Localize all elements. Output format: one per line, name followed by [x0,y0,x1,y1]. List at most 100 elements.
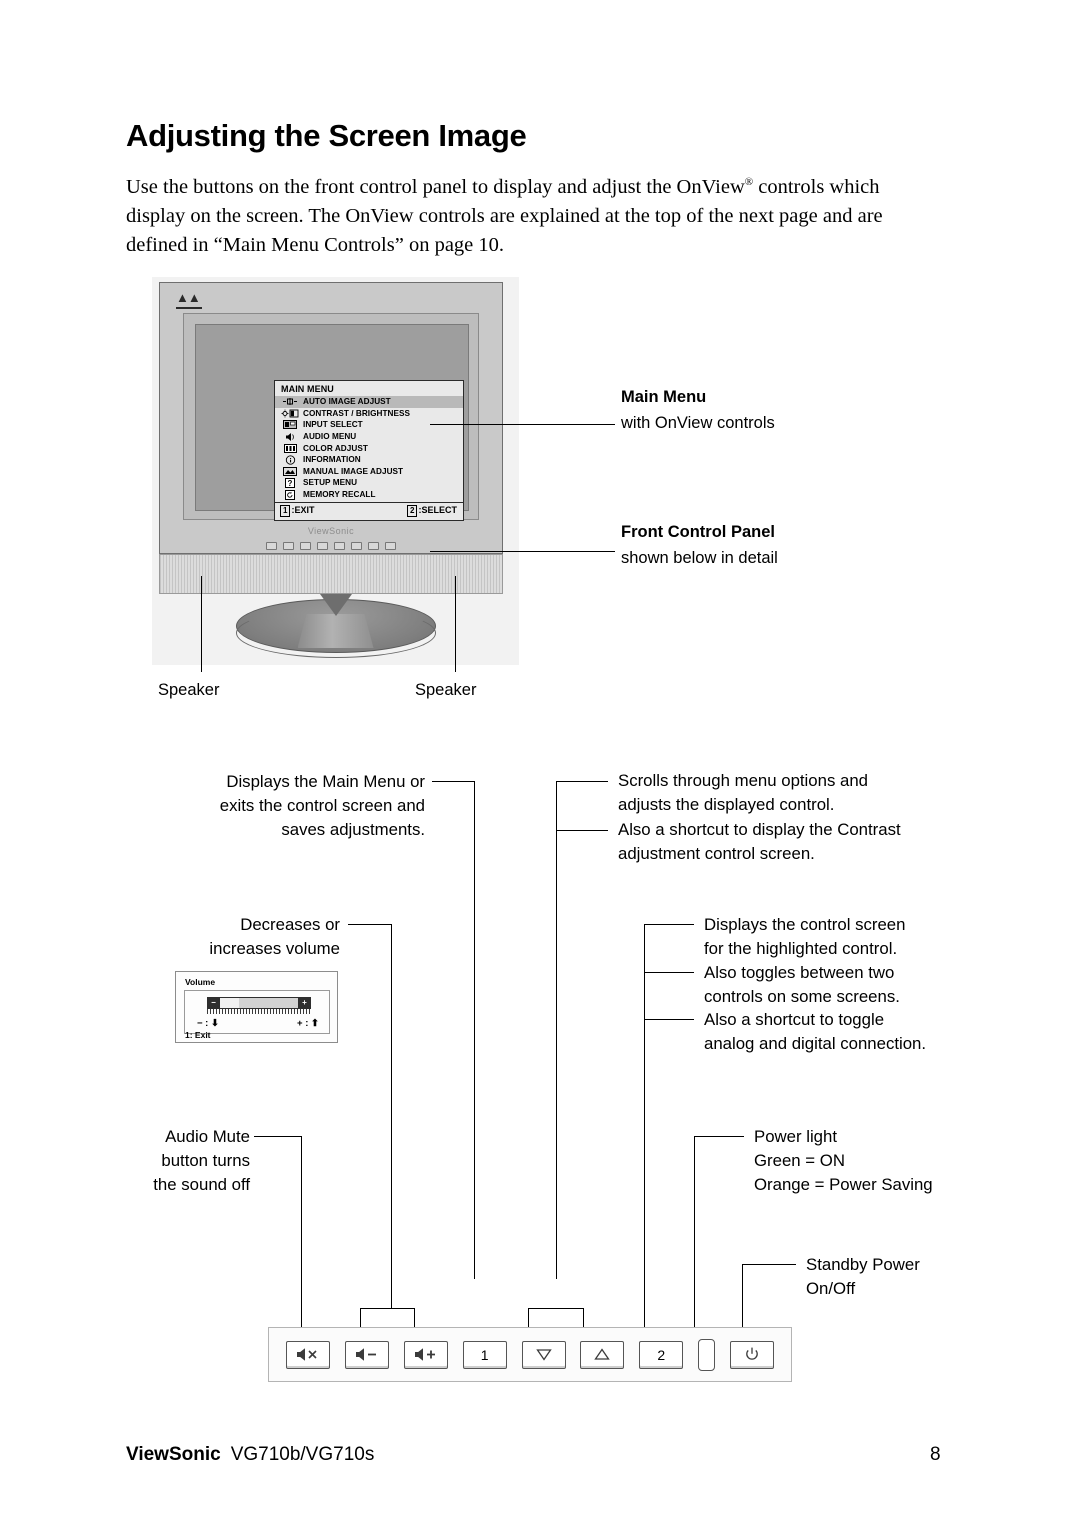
arrow-down-icon: ⬇ [211,1018,219,1029]
callout-standby-text: Standby Power On/Off [806,1255,920,1298]
osd-select-hint[interactable]: 2:SELECT [407,505,457,518]
footer-brand-model: ViewSonic VG710b/VG710s [126,1444,374,1466]
leader-line-mute-v [301,1136,302,1327]
leader-line-volume-bracket-right [414,1308,415,1327]
monitor-button[interactable] [300,541,311,550]
crosshair-icon [280,397,300,407]
leader-line-volume-bracket-left [360,1308,361,1327]
speaker-mute-icon [295,1347,321,1362]
triangle-up-icon [594,1348,611,1361]
leader-line-volume-v [391,924,392,1309]
osd-item-label: INPUT SELECT [303,420,363,430]
callout-front-panel-sub: shown below in detail [621,549,778,567]
svg-text:?: ? [288,479,293,488]
leader-line-arrows-bracket-bottom [528,1308,584,1309]
triangle-down-icon [535,1348,552,1361]
callout-main-menu-title: Main Menu [621,388,707,406]
image-adjust-icon [280,466,300,476]
key-2-box: 2 [407,505,418,518]
scroll-up-button[interactable] [580,1340,625,1369]
volume-down-button[interactable] [344,1340,389,1369]
leader-line-button2-v [644,924,645,1327]
callout-arrows-text-1: Scrolls through menu options and adjusts… [618,771,869,814]
volume-hint-up: + : ⬆ [297,1018,319,1029]
color-bars-icon [280,443,300,453]
leader-line-arrows-v [556,781,557,1279]
monitor-button[interactable] [334,541,345,550]
speaker-plus-icon [413,1347,439,1362]
callout-main-menu-sub: with OnView controls [621,414,775,432]
question-icon: ? [280,477,300,488]
power-button[interactable] [730,1340,774,1369]
callout-audio-mute-text: Audio Mute button turns the sound off [153,1127,250,1194]
monitor-brand-wordmark: ViewSonic [307,526,355,536]
callout-arrows-text-2: Also a shortcut to display the Contrast … [618,820,901,863]
monitor-front-buttons[interactable] [266,541,396,550]
leader-line-arrows-bracket-left [528,1308,529,1327]
osd-item-label: COLOR ADJUST [303,443,368,453]
monitor-button[interactable] [351,541,362,550]
monitor-button[interactable] [266,541,277,550]
osd-exit-label: :EXIT [291,505,315,516]
audio-mute-button[interactable] [286,1340,330,1369]
osd-select-label: :SELECT [418,505,457,516]
osd-title: MAIN MENU [281,384,334,394]
registered-mark: ® [744,176,754,188]
leader-line-speaker-left [201,576,202,672]
leader-line-arrows-bracket-right [583,1308,584,1327]
osd-item-contrast-brightness[interactable]: CONTRAST / BRIGHTNESS [275,408,463,420]
manual-page: Adjusting the Screen Image Use the butto… [0,0,1080,1528]
leader-line-arrows-h1 [556,781,608,782]
viewsonic-bird-logo-icon: ▲▲▲ [176,291,202,309]
osd-item-auto-image-adjust[interactable]: AUTO IMAGE ADJUST [275,396,463,408]
volume-minus-icon: − [208,998,219,1008]
volume-tick-marks [207,1009,311,1014]
volume-slider[interactable]: − + [207,997,311,1009]
monitor-button[interactable] [385,541,396,550]
monitor-button[interactable] [368,541,379,550]
osd-item-label: CONTRAST / BRIGHTNESS [303,408,411,418]
arrow-up-icon: ⬆ [311,1018,319,1029]
osd-exit-hint[interactable]: 1:EXIT [280,505,315,518]
leader-line-power-light-v [694,1136,695,1327]
osd-item-audio-menu[interactable]: AUDIO MENU [275,431,463,443]
scroll-down-button[interactable] [521,1340,566,1369]
select-button-2[interactable]: 2 [639,1340,684,1369]
monitor-bezel: ▲▲▲ MAIN MENU AUTO IMAGE ADJUST [159,282,503,554]
power-led [698,1338,716,1371]
osd-main-menu: MAIN MENU AUTO IMAGE ADJUST CONTRAST / B… [274,380,464,522]
volume-up-button[interactable] [403,1340,448,1369]
leader-line-main-menu [430,424,615,425]
volume-hint-up-label: + : [297,1018,309,1029]
osd-item-setup-menu[interactable]: ? SETUP MENU [275,477,463,489]
callout-volume-text: Decreases or increases volume [209,915,340,958]
leader-line-front-panel [430,551,615,552]
leader-line-button2-h3 [644,1019,694,1020]
monitor-button[interactable] [283,541,294,550]
power-icon [743,1346,761,1364]
osd-item-label: MEMORY RECALL [303,490,376,500]
menu-button-1[interactable]: 1 [462,1340,507,1369]
page-title: Adjusting the Screen Image [126,118,527,153]
leader-line-button1-v [474,781,475,1279]
osd-item-memory-recall[interactable]: MEMORY RECALL [275,489,463,501]
osd-item-label: INFORMATION [303,455,361,465]
volume-plus-icon: + [299,998,310,1008]
volume-fill [220,998,239,1008]
monitor-button[interactable] [317,541,328,550]
osd-item-color-adjust[interactable]: COLOR ADJUST [275,442,463,454]
speaker-minus-icon [354,1347,380,1362]
osd-item-information[interactable]: INFORMATION [275,454,463,466]
leader-line-button2-h2 [644,972,694,973]
intro-text-part1: Use the buttons on the front control pan… [126,175,745,198]
monitor-neck-lower [297,614,374,648]
label-speaker-left: Speaker [158,681,220,699]
speaker-icon [280,432,300,442]
key-1-box: 1 [280,505,291,518]
osd-item-manual-image-adjust[interactable]: MANUAL IMAGE ADJUST [275,466,463,478]
input-select-icon [280,420,300,430]
footer-brand: ViewSonic [126,1444,221,1465]
sun-contrast-icon [280,408,300,418]
volume-osd-exit-hint: 1: Exit [185,1030,211,1040]
info-icon [280,455,300,465]
